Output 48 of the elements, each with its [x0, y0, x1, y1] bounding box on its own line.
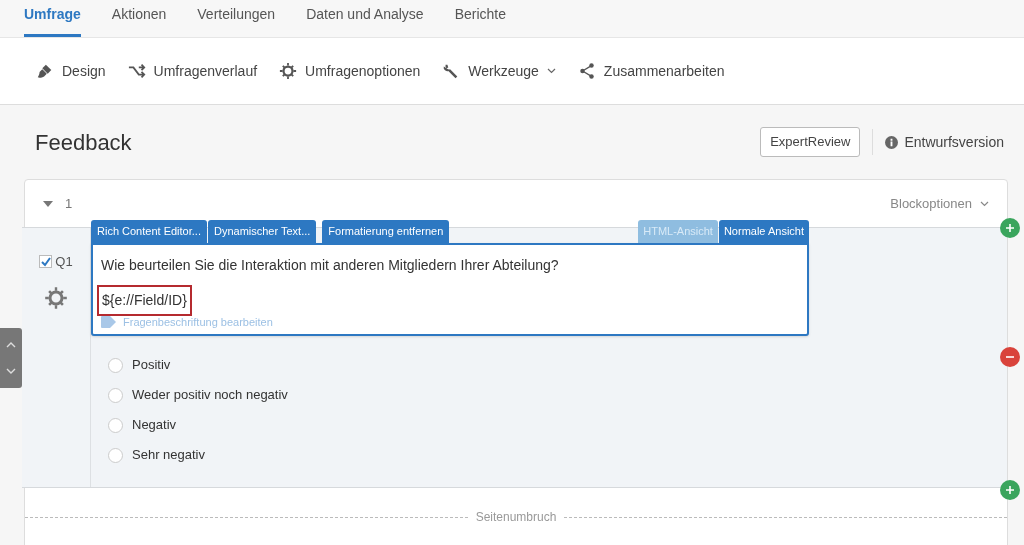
question-id: Q1: [55, 253, 73, 271]
gear-icon: [279, 62, 298, 80]
page-break-label: Seitenumbruch: [474, 509, 558, 526]
radio-button[interactable]: [108, 447, 123, 463]
question-checkbox[interactable]: [39, 255, 53, 269]
shuffle-icon: [127, 62, 146, 80]
check-icon: [40, 256, 51, 267]
brush-icon: [36, 62, 54, 80]
move-handle[interactable]: [0, 328, 22, 388]
choice-label: Negativ: [132, 416, 177, 435]
block-options-dropdown[interactable]: Blockoptionen: [890, 193, 989, 214]
expert-review-button[interactable]: ExpertReview: [760, 127, 861, 157]
collapse-arrow-icon[interactable]: [43, 200, 53, 207]
editor-tab[interactable]: Rich Content Editor...: [91, 220, 207, 243]
nav-tab[interactable]: Berichte: [454, 4, 506, 37]
info-icon: [885, 135, 899, 149]
add-button[interactable]: [1000, 218, 1020, 238]
question-text-editor[interactable]: Wie beurteilen Sie die Interaktion mit anderen Mitgliedern Ihrer Abteilung? ${e://Field/ID} Fragenbeschriftung bearbeiten: [91, 243, 809, 336]
editor-tab[interactable]: Dynamischer Text...: [207, 220, 317, 243]
version-status: Entwurfsversion: [904, 132, 1004, 152]
radio-button[interactable]: [108, 387, 123, 403]
toolbar-button[interactable]: Design: [36, 60, 106, 82]
radio-button[interactable]: [108, 417, 123, 433]
editor-tab[interactable]: Formatierung entfernen: [322, 220, 450, 243]
highlighted-field-code: ${e://Field/ID}: [97, 285, 192, 316]
survey-title: Feedback: [35, 128, 132, 157]
caret-icon: [980, 200, 989, 207]
nav-tab[interactable]: Verteilungen: [197, 4, 276, 37]
remove-button[interactable]: [1000, 347, 1020, 367]
radio-button[interactable]: [108, 357, 123, 373]
choice-label: Positiv: [132, 356, 171, 375]
toolbar-button[interactable]: Umfragenverlauf: [127, 60, 258, 82]
question-text: Wie beurteilen Sie die Interaktion mit anderen Mitgliedern Ihrer Abteilung?: [101, 256, 559, 275]
share-icon: [577, 62, 596, 80]
add-button[interactable]: [1000, 480, 1020, 500]
plus-icon: [1005, 485, 1015, 495]
view-tab[interactable]: Normale Ansicht: [718, 220, 809, 243]
block-number: 1: [65, 194, 73, 213]
choice-label: Weder positiv noch negativ: [132, 386, 288, 405]
nav-tab[interactable]: Daten und Analyse: [306, 4, 424, 37]
plus-icon: [1005, 223, 1015, 233]
toolbar-button[interactable]: Zusammenarbeiten: [577, 60, 725, 82]
nav-tab[interactable]: Aktionen: [111, 4, 167, 37]
toolbar-button[interactable]: Werkzeuge: [442, 60, 556, 82]
choice-label: Sehr negativ: [132, 446, 205, 465]
gear-icon[interactable]: [44, 285, 68, 310]
toolbar-button[interactable]: Umfragenoptionen: [279, 60, 421, 82]
tag-icon: [101, 316, 117, 329]
